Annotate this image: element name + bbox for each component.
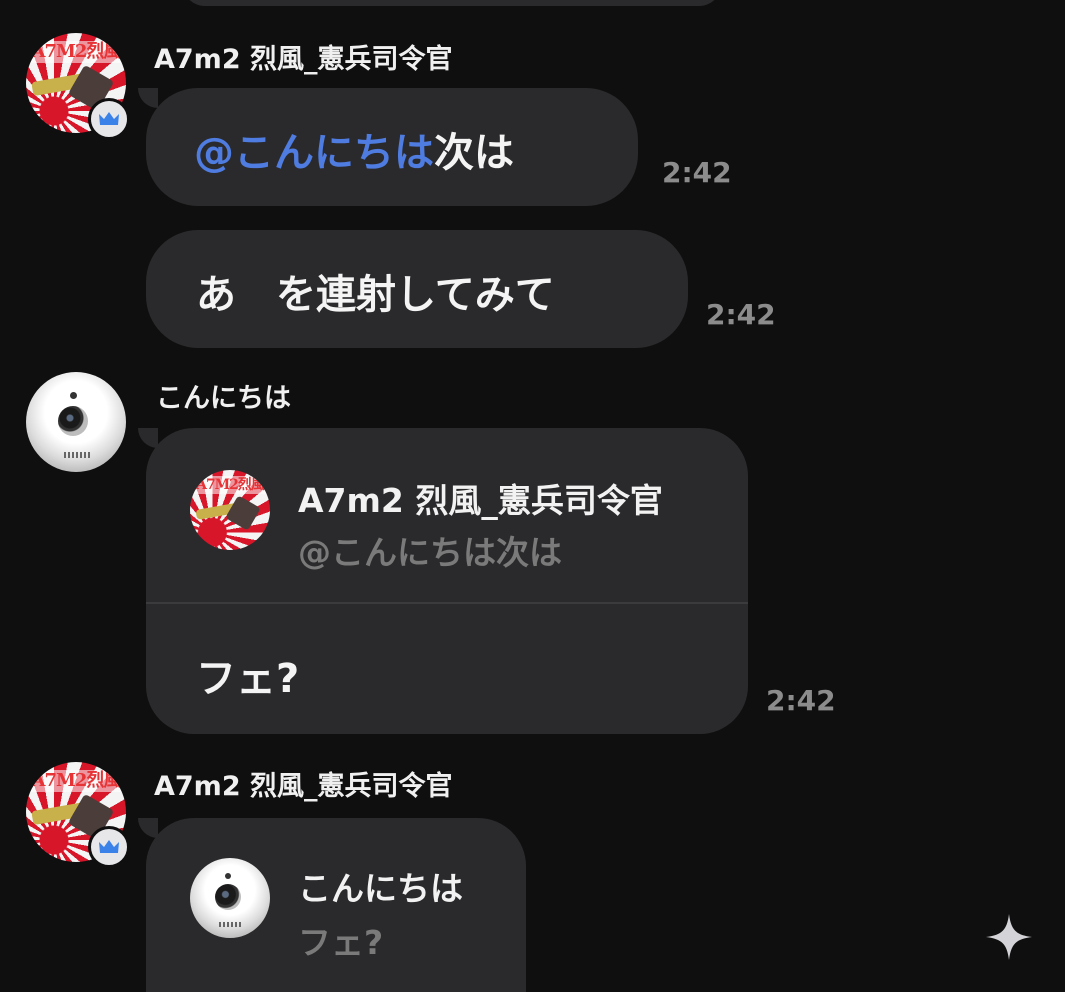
quoted-username: A7m2 烈風_憲兵司令官 [298, 481, 663, 520]
message-username[interactable]: A7m2 烈風_憲兵司令官 [154, 764, 453, 803]
message-username[interactable]: A7m2 烈風_憲兵司令官 [154, 37, 453, 76]
crown-icon [88, 826, 130, 868]
reply-message-bubble[interactable]: A7M2烈風 A7m2 烈風_憲兵司令官 @こんにちは次は フェ? [146, 428, 748, 734]
reply-divider [146, 602, 748, 604]
sparkle-icon[interactable] [984, 912, 1034, 962]
quoted-message-text: @こんにちは次は [298, 533, 562, 572]
message-timestamp: 2:42 [706, 298, 776, 331]
avatar-logo-text: A7M2烈風 [190, 476, 270, 494]
message-timestamp: 2:42 [766, 684, 836, 717]
quoted-username: こんにちは [298, 869, 463, 908]
message-text: フェ? [196, 656, 300, 702]
quoted-user-avatar: A7M2烈風 [190, 470, 270, 550]
quoted-user-avatar [190, 858, 270, 938]
reply-message-bubble[interactable]: こんにちは フェ? [146, 818, 526, 992]
chat-screen: A7M2烈風 A7m2 烈風_憲兵司令官 @こんにちは次は 2:42 あ を連射… [0, 0, 1065, 992]
avatar-logo-text: A7M2烈風 [26, 41, 126, 63]
mention-link[interactable]: @こんにちは [194, 130, 434, 176]
message-timestamp: 2:42 [662, 156, 732, 189]
avatar-logo-text: A7M2烈風 [26, 770, 126, 792]
quoted-message-text: フェ? [298, 923, 384, 962]
previous-message-bubble[interactable] [182, 0, 722, 6]
message-text: あ を連射してみて [196, 272, 555, 318]
crown-icon [88, 98, 130, 140]
message-text: @こんにちは次は [194, 130, 514, 176]
message-username[interactable]: こんにちは [156, 376, 291, 415]
user-avatar-konnichiwa[interactable] [26, 372, 126, 472]
